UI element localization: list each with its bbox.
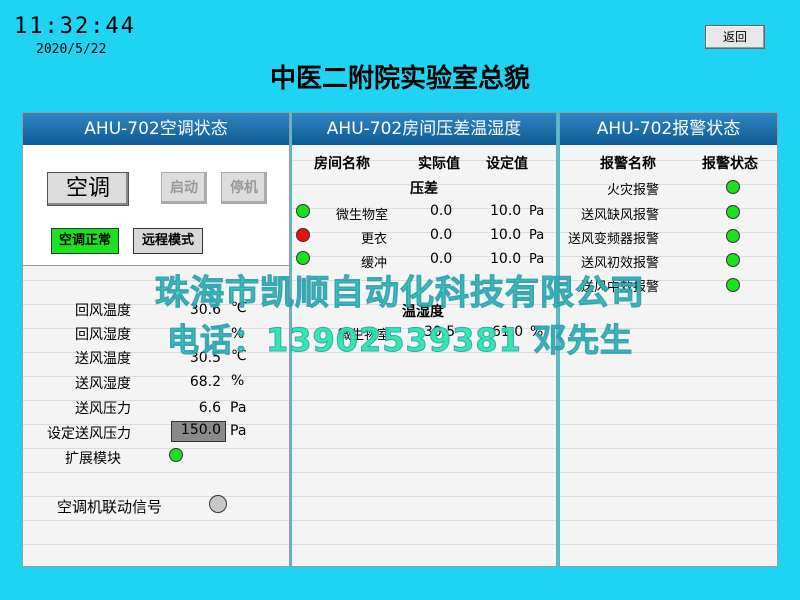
room-unit: Pa [529,228,545,243]
supply-air-hum-value: 68.2 [189,374,221,390]
ac-normal-badge: 空调正常 [51,228,119,254]
col-alarm-name: 报警名称 [600,156,656,172]
company-watermark: 珠海市凯顺自动化科技有限公司 [155,273,645,314]
supply-air-hum-unit: % [231,373,245,389]
alarm-name: 送风变频器报警 [567,232,659,247]
start-button[interactable]: 启动 [161,172,207,204]
set-supply-pressure-label: 设定送风压力 [47,426,131,442]
alarm-status-indicator [726,180,740,194]
supply-air-pressure-value: 6.6 [198,400,221,416]
expansion-module-indicator [169,448,183,462]
ac-panel-title: AHU-702空调状态 [23,113,289,145]
page-title: 中医二附院实验室总貌 [269,64,530,94]
ac-control-box: 空调 启动 停机 空调正常 远程模式 [23,145,289,266]
clock-date: 2020/5/22 [36,42,107,57]
set-supply-pressure-unit: Pa [230,423,247,439]
supply-air-hum-label: 送风湿度 [75,376,131,392]
ac-link-signal-label: 空调机联动信号 [57,498,163,516]
supply-air-pressure-unit: Pa [230,400,247,416]
room-status-indicator [296,204,310,218]
pressure-section-title: 压差 [410,181,438,197]
col-room-name: 房间名称 [314,156,370,172]
phone-watermark: 电话：13902539381 邓先生 [166,321,634,360]
alarm-name: 送风缺风报警 [580,208,659,223]
room-setpoint-value: 10.0 [490,203,522,219]
room-actual-value: 0.0 [430,227,453,243]
room-status-indicator [296,251,310,265]
set-supply-pressure-input[interactable]: 150.0 [171,421,226,442]
room-panel-title: AHU-702房间压差温湿度 [292,113,556,145]
room-setpoint-value: 10.0 [490,227,522,243]
room-unit: Pa [529,204,545,219]
supply-air-pressure-label: 送风压力 [75,401,131,417]
ac-label: 空调 [47,172,129,206]
ac-link-signal-indicator [209,495,227,513]
clock-time: 11:32:44 [14,14,136,39]
remote-mode-badge: 远程模式 [133,228,203,254]
room-status-indicator [296,228,310,242]
alarm-name: 火灾报警 [606,183,659,198]
alarm-status-indicator [726,229,740,243]
room-actual-value: 0.0 [430,203,453,219]
expansion-module-label: 扩展模块 [65,451,121,467]
col-setpoint: 设定值 [486,156,528,172]
stop-button[interactable]: 停机 [221,172,267,204]
col-actual-value: 实际值 [418,156,460,172]
room-name: 更衣 [361,232,388,247]
alarm-panel-title: AHU-702报警状态 [560,113,777,145]
col-alarm-status: 报警状态 [702,156,758,172]
room-name: 微生物室 [336,208,389,223]
alarm-status-indicator [726,205,740,219]
back-button[interactable]: 返回 [705,25,765,49]
